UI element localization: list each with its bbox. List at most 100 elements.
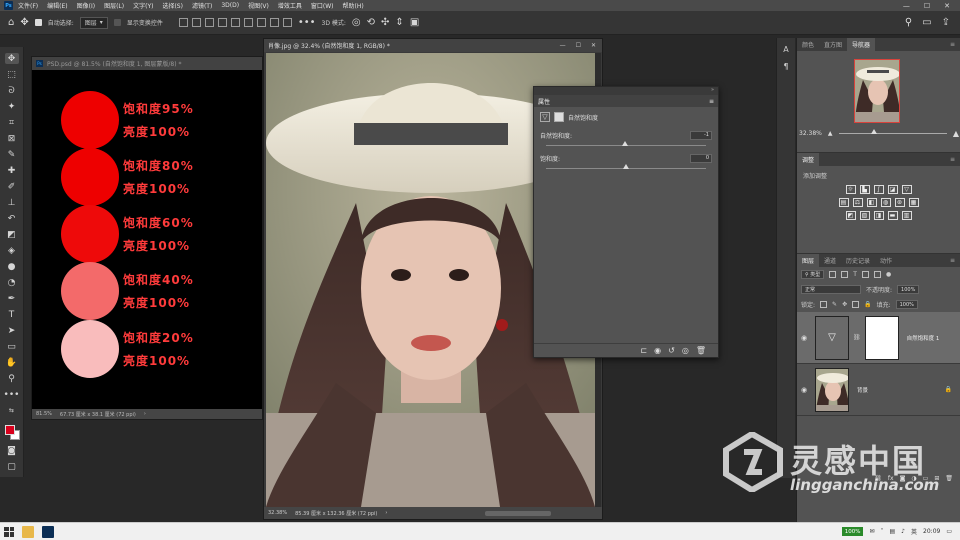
posterize-icon[interactable]: ▧ [859,211,870,220]
type-tool-icon[interactable]: T [5,309,19,320]
document-tab-psd[interactable]: Ps PSD.psd @ 81.5% (自然饱和度 1, 图层蒙版/8) * [32,57,262,70]
move-tool-icon[interactable]: ✥ [20,17,28,28]
move-tool-icon[interactable]: ✥ [4,53,19,64]
slide-3d-icon[interactable]: ⇕ [395,17,403,28]
paint-bucket-icon[interactable]: ◈ [5,245,19,256]
battery-indicator[interactable]: 100% [841,527,864,536]
lock-all-icon[interactable]: 🔒 [864,301,871,308]
swap-colors-icon[interactable]: ⇆ [5,405,19,416]
zoom-in-icon[interactable]: ▲ [953,129,959,138]
chevron-up-icon[interactable]: ˄ [881,528,884,535]
menu-type[interactable]: 文字(Y) [133,1,153,10]
brush-tool-icon[interactable]: ✐ [5,181,19,192]
color-balance-icon[interactable]: ⚖ [852,198,863,207]
quick-mask-icon[interactable]: ◙ [5,445,19,456]
layer-name[interactable]: 背景 [857,386,868,394]
clone-stamp-icon[interactable]: ⊥ [5,197,19,208]
tab-channels[interactable]: 通道 [819,254,841,267]
photo-filter-icon[interactable]: ◍ [880,198,891,207]
blur-tool-icon[interactable]: ● [5,261,19,272]
minimize-icon[interactable]: — [560,42,566,49]
input-method-indicator[interactable]: 英 [911,527,917,536]
history-brush-icon[interactable]: ↶ [5,213,19,224]
screen-mode-icon[interactable]: ▢ [5,461,19,472]
minimize-icon[interactable]: — [903,2,910,10]
workspace-icon[interactable]: ▭ [922,17,931,28]
photoshop-taskbar-icon[interactable] [42,525,54,538]
mask-icon[interactable] [554,112,564,122]
zoom-readout[interactable]: 32.38% [268,510,287,516]
menu-layer[interactable]: 图层(L) [104,1,124,10]
menu-edit[interactable]: 编辑(E) [47,1,67,10]
dodge-tool-icon[interactable]: ◔ [5,277,19,288]
tab-histogram[interactable]: 直方图 [819,38,847,51]
zoom-tool-icon[interactable]: ⚲ [5,373,19,384]
eyedropper-icon[interactable]: ✎ [5,149,19,160]
filter-smart-object-icon[interactable] [873,271,881,278]
vibrance-input[interactable]: -1 [690,131,712,140]
pan-3d-icon[interactable]: ✣ [381,17,389,28]
more-options-icon[interactable]: ••• [298,17,316,28]
panel-drag-strip[interactable]: » [534,87,718,95]
horizontal-scrollbar-thumb[interactable] [485,510,552,516]
blend-mode-dropdown[interactable]: 正常 [801,285,861,294]
black-white-icon[interactable]: ◧ [866,198,877,207]
vibrance-adjust-icon[interactable]: ▽ [901,185,912,194]
eye-icon[interactable]: ◉ [797,386,811,394]
tab-actions[interactable]: 动作 [875,254,897,267]
invert-icon[interactable]: ◩ [845,211,856,220]
filter-type-icon[interactable]: T [853,271,857,278]
panel-menu-icon[interactable]: ≡ [945,254,960,267]
navigator-thumbnail[interactable] [854,59,900,123]
saturation-slider-thumb[interactable] [623,164,629,169]
selective-color-icon[interactable]: ▥ [901,211,912,220]
zoom-slider-thumb[interactable] [871,129,878,134]
close-icon[interactable]: ✕ [591,42,596,49]
adjustment-layer-thumbnail[interactable]: ▽ [815,315,849,360]
curves-icon[interactable]: ∫ [873,185,884,194]
foreground-color-swatch[interactable] [4,425,15,435]
layer-filter-dropdown[interactable]: ⚲ 类型 [801,270,825,279]
close-icon[interactable]: ✕ [944,2,950,10]
chevron-right-icon[interactable]: › [144,411,146,417]
lock-position-icon[interactable]: ✥ [842,301,847,308]
filter-shape-icon[interactable] [861,271,869,278]
filter-adjustment-icon[interactable] [841,271,849,278]
filter-pixel-icon[interactable] [829,271,837,278]
menu-window[interactable]: 窗口(W) [311,1,334,10]
rectangle-tool-icon[interactable]: ▭ [5,341,19,352]
layer-name[interactable]: 自然饱和度 1 [907,334,940,342]
fill-input[interactable]: 100% [895,300,918,309]
eye-icon[interactable]: ◉ [797,334,811,342]
panel-menu-icon[interactable]: ≡ [945,38,960,51]
search-icon[interactable]: ⚲ [905,17,912,28]
tab-layers[interactable]: 图层 [797,254,820,267]
crop-tool-icon[interactable]: ⌗ [5,117,19,128]
distribute-vcenter-icon[interactable] [269,18,279,27]
clock[interactable]: 20:09 [923,528,940,535]
align-bottom-edges-icon[interactable] [243,18,253,27]
align-vcenter-icon[interactable] [230,18,240,27]
zoom-out-icon[interactable]: ▲ [828,130,833,137]
share-icon[interactable]: ⇪ [942,17,950,28]
lock-transparent-icon[interactable] [820,301,828,308]
home-icon[interactable]: ⌂ [8,17,14,28]
character-panel-icon[interactable]: A [783,45,788,54]
align-hcenter-icon[interactable] [191,18,201,27]
frame-tool-icon[interactable]: ⊠ [5,133,19,144]
chevron-right-icon[interactable]: › [385,510,387,516]
magic-wand-icon[interactable]: ✦ [5,101,19,112]
align-top-edges-icon[interactable] [217,18,227,27]
document-tab-portrait[interactable]: 肖像.jpg @ 32.4% (自然饱和度 1, RGB/8) * — ☐ ✕ [264,39,602,52]
network-icon[interactable]: ▤ [890,528,896,535]
scale-3d-icon[interactable]: ▣ [410,17,419,28]
menu-file[interactable]: 文件(F) [18,1,38,10]
layer-row-background[interactable]: ◉ 背景 🔒 [797,364,960,416]
navigator-zoom-slider[interactable] [838,129,947,134]
channel-mixer-icon[interactable]: ⊛ [894,198,905,207]
align-left-edges-icon[interactable] [178,18,188,27]
clip-to-layer-icon[interactable]: ⊏ [640,346,647,355]
vibrance-slider-thumb[interactable] [622,141,629,146]
roll-3d-icon[interactable]: ⟲ [367,17,375,28]
eraser-tool-icon[interactable]: ◩ [5,229,19,240]
